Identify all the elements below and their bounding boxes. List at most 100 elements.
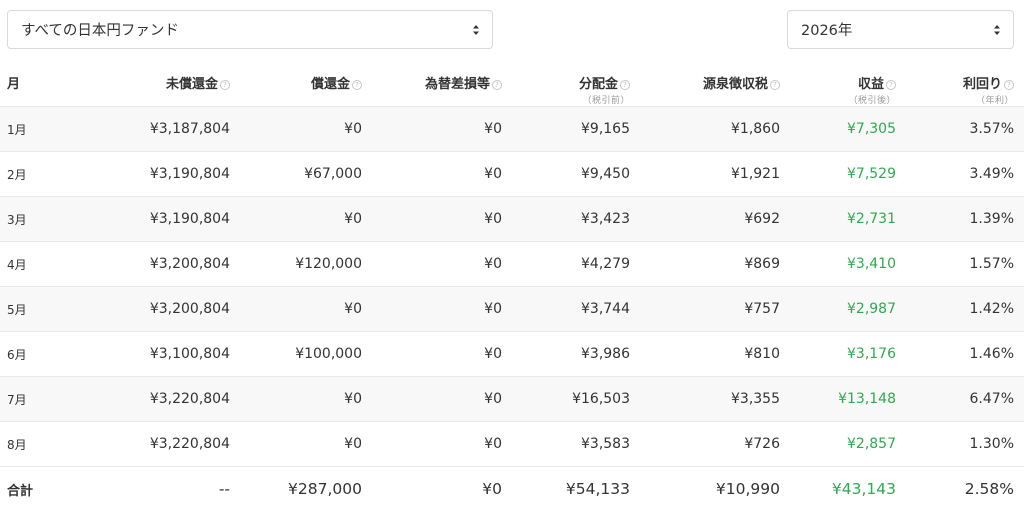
cell-month: 4月	[0, 241, 120, 287]
cell-redemption: ¥0	[230, 421, 362, 467]
cell-profit: ¥2,731	[780, 196, 896, 242]
cell-outstanding: ¥3,200,804	[120, 241, 230, 287]
col-header-redemption: 償還金?	[230, 60, 362, 107]
col-header-outstanding: 未償還金?	[120, 60, 230, 107]
cell-redemption: ¥120,000	[230, 241, 362, 287]
cell-profit: ¥3,410	[780, 241, 896, 287]
total-redemption: ¥287,000	[288, 480, 362, 499]
cell-fx-loss: ¥0	[362, 331, 512, 377]
cell-withholding-tax: ¥3,355	[630, 376, 780, 422]
cell-yield: 1.39%	[896, 196, 1024, 242]
cell-fx-loss: ¥0	[362, 286, 512, 332]
cell-yield: 1.57%	[896, 241, 1024, 287]
cell-distribution: ¥3,583	[512, 421, 630, 467]
col-header-withholding-tax: 源泉徴収税?	[630, 60, 780, 107]
info-icon[interactable]: ?	[1004, 80, 1014, 90]
total-distribution: ¥54,133	[565, 480, 630, 499]
table-row: 2月 ¥3,190,804 ¥67,000 ¥0 ¥9,450 ¥1,921 ¥7,529 3…	[0, 151, 1024, 197]
cell-distribution: ¥3,986	[512, 331, 630, 377]
cell-outstanding: ¥3,220,804	[120, 421, 230, 467]
cell-month: 6月	[0, 331, 120, 377]
cell-fx-loss: ¥0	[362, 196, 512, 242]
total-yield: 2.58%	[964, 480, 1014, 499]
cell-yield: 1.30%	[896, 421, 1024, 467]
cell-month: 3月	[0, 196, 120, 242]
cell-distribution: ¥16,503	[512, 376, 630, 422]
cell-profit: ¥2,857	[780, 421, 896, 467]
cell-profit: ¥7,529	[780, 151, 896, 197]
info-icon[interactable]: ?	[220, 80, 230, 90]
table-row: 4月 ¥3,200,804 ¥120,000 ¥0 ¥4,279 ¥869 ¥3,410 1.…	[0, 241, 1024, 287]
col-header-distribution: 分配金? （税引前）	[512, 60, 630, 107]
col-header-fx-loss: 為替差損等?	[362, 60, 512, 107]
cell-fx-loss: ¥0	[362, 106, 512, 152]
info-icon[interactable]: ?	[886, 80, 896, 90]
cell-outstanding: ¥3,190,804	[120, 151, 230, 197]
fund-select-value: すべての日本円ファンド	[21, 23, 179, 39]
table-row: 6月 ¥3,100,804 ¥100,000 ¥0 ¥3,986 ¥810 ¥3,176 1.…	[0, 331, 1024, 377]
cell-distribution: ¥9,165	[512, 106, 630, 152]
info-icon[interactable]: ?	[492, 80, 502, 90]
cell-outstanding: ¥3,200,804	[120, 286, 230, 332]
total-profit: ¥43,143	[831, 480, 896, 499]
table-row: 1月 ¥3,187,804 ¥0 ¥0 ¥9,165 ¥1,860 ¥7,305 3.57%	[0, 106, 1024, 152]
cell-month: 2月	[0, 151, 120, 197]
table-row: 5月 ¥3,200,804 ¥0 ¥0 ¥3,744 ¥757 ¥2,987 1.42%	[0, 286, 1024, 332]
col-subheader: （税引前）	[582, 96, 630, 106]
year-select[interactable]: 2026年	[787, 10, 1014, 49]
cell-profit: ¥3,176	[780, 331, 896, 377]
col-header-profit: 収益? （税引後）	[780, 60, 896, 107]
cell-month: 7月	[0, 376, 120, 422]
table-row: 8月 ¥3,220,804 ¥0 ¥0 ¥3,583 ¥726 ¥2,857 1.30%	[0, 421, 1024, 467]
cell-yield: 6.47%	[896, 376, 1024, 422]
cell-redemption: ¥0	[230, 376, 362, 422]
col-header-month: 月	[0, 60, 120, 107]
cell-redemption: ¥0	[230, 196, 362, 242]
cell-distribution: ¥3,423	[512, 196, 630, 242]
cell-outstanding: ¥3,100,804	[120, 331, 230, 377]
table-total-row: 合計 -- ¥287,000 ¥0 ¥54,133 ¥10,990 ¥43,14…	[0, 467, 1024, 512]
cell-distribution: ¥9,450	[512, 151, 630, 197]
cell-yield: 3.49%	[896, 151, 1024, 197]
cell-withholding-tax: ¥1,860	[630, 106, 780, 152]
cell-withholding-tax: ¥726	[630, 421, 780, 467]
cell-profit: ¥2,987	[780, 286, 896, 332]
cell-month: 1月	[0, 106, 120, 152]
cell-fx-loss: ¥0	[362, 151, 512, 197]
cell-withholding-tax: ¥869	[630, 241, 780, 287]
cell-withholding-tax: ¥757	[630, 286, 780, 332]
total-label: 合計	[7, 483, 34, 499]
cell-outstanding: ¥3,187,804	[120, 106, 230, 152]
cell-outstanding: ¥3,220,804	[120, 376, 230, 422]
cell-profit: ¥13,148	[780, 376, 896, 422]
col-header-yield: 利回り? （年利）	[896, 60, 1024, 107]
cell-profit: ¥7,305	[780, 106, 896, 152]
cell-fx-loss: ¥0	[362, 241, 512, 287]
total-fx-loss: ¥0	[482, 480, 502, 499]
info-icon[interactable]: ?	[770, 80, 780, 90]
cell-distribution: ¥3,744	[512, 286, 630, 332]
cell-redemption: ¥0	[230, 286, 362, 332]
total-outstanding: --	[218, 480, 230, 499]
year-select-value: 2026年	[801, 23, 853, 39]
cell-redemption: ¥100,000	[230, 331, 362, 377]
cell-distribution: ¥4,279	[512, 241, 630, 287]
cell-month: 8月	[0, 421, 120, 467]
select-arrows-icon	[473, 24, 479, 35]
select-arrows-icon	[994, 24, 1000, 35]
info-icon[interactable]: ?	[620, 80, 630, 90]
cell-yield: 1.42%	[896, 286, 1024, 332]
cell-yield: 1.46%	[896, 331, 1024, 377]
col-subheader: （年利）	[975, 96, 1014, 106]
cell-month: 5月	[0, 286, 120, 332]
cell-withholding-tax: ¥810	[630, 331, 780, 377]
cell-withholding-tax: ¥692	[630, 196, 780, 242]
cell-yield: 3.57%	[896, 106, 1024, 152]
monthly-returns-table: 月 未償還金? 償還金? 為替差損等? 分配金? （税引前） 源泉徴収税? 収益?…	[0, 60, 1024, 512]
info-icon[interactable]: ?	[352, 80, 362, 90]
cell-fx-loss: ¥0	[362, 376, 512, 422]
col-subheader: （税引後）	[848, 96, 896, 106]
table-header-row: 月 未償還金? 償還金? 為替差損等? 分配金? （税引前） 源泉徴収税? 収益?…	[0, 60, 1024, 107]
fund-select[interactable]: すべての日本円ファンド	[7, 10, 493, 49]
total-withholding-tax: ¥10,990	[715, 480, 780, 499]
